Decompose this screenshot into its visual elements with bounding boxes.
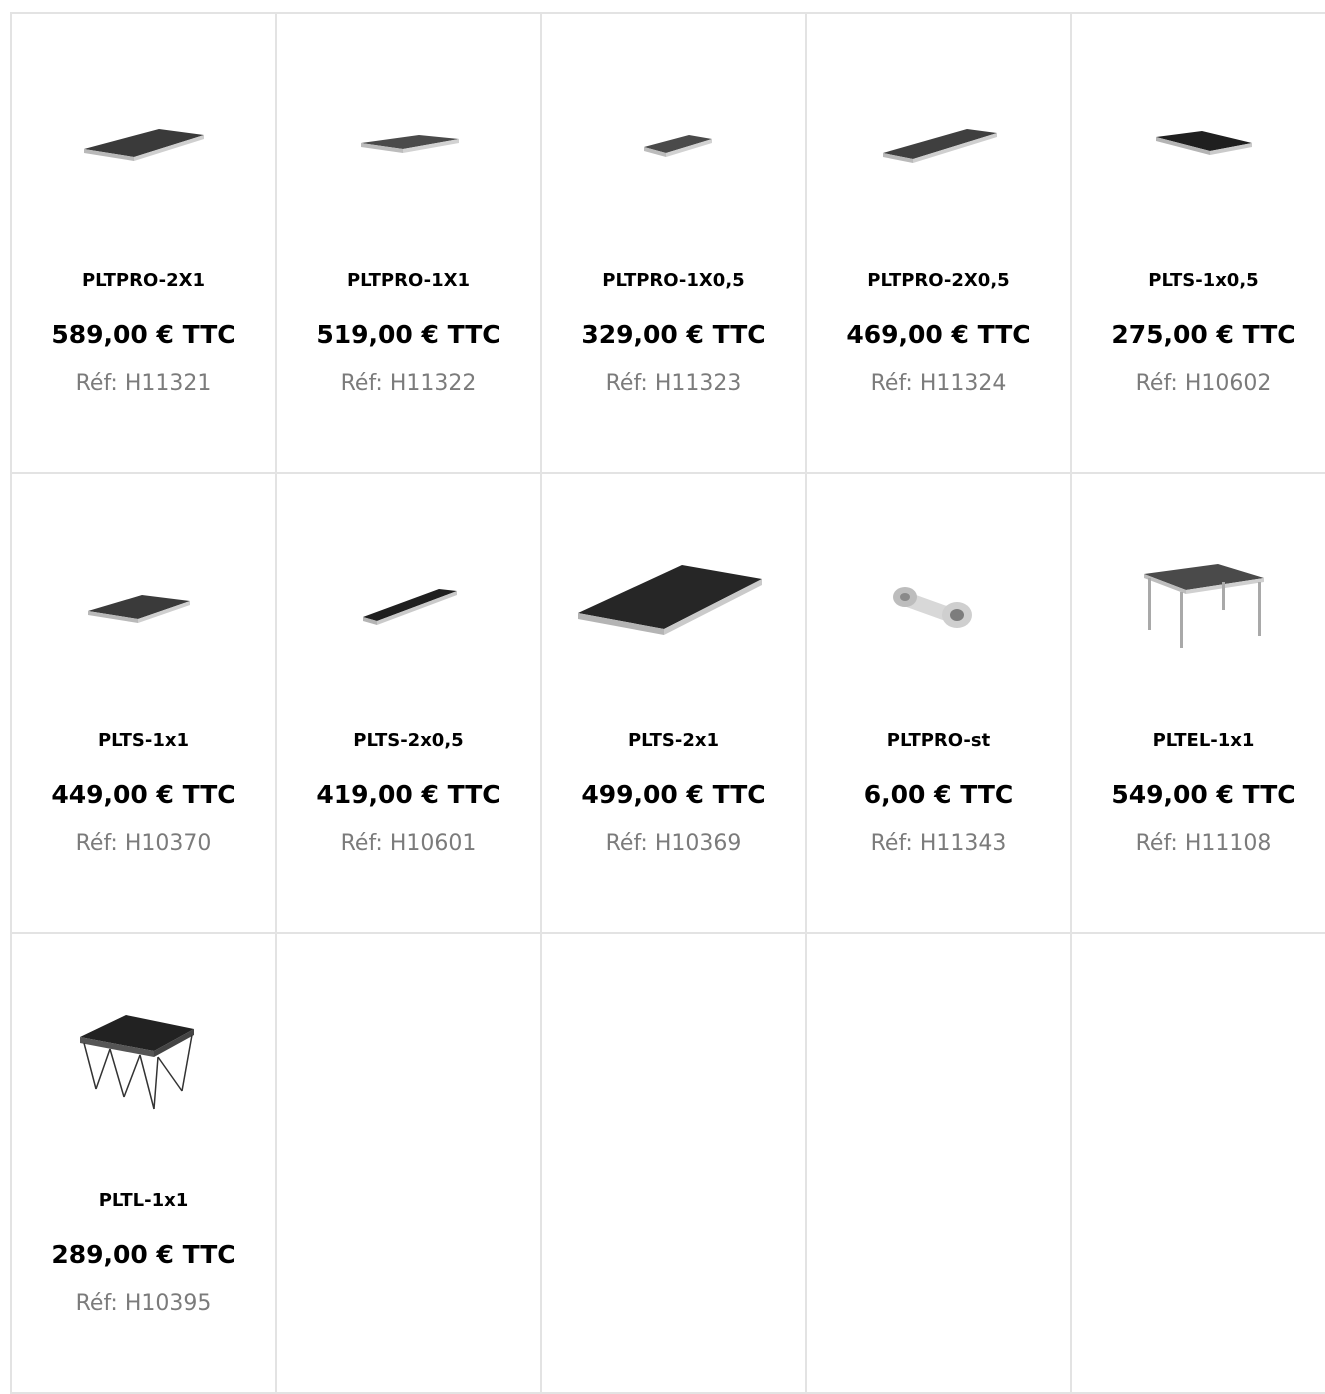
product-card[interactable]: PLTPRO-2X1 589,00 € TTC Réf: H11321 (12, 14, 277, 474)
product-card[interactable]: PLTS-1x1 449,00 € TTC Réf: H10370 (12, 474, 277, 934)
product-card[interactable]: PLTPRO-2X0,5 469,00 € TTC Réf: H11324 (807, 14, 1072, 474)
product-ref: Réf: H10395 (75, 1291, 212, 1316)
empty-cell (807, 934, 1072, 1394)
stage-platform-icon[interactable] (12, 76, 275, 216)
product-ref: Réf: H11324 (870, 371, 1007, 396)
product-price: 329,00 € TTC (581, 320, 766, 349)
product-ref: Réf: H10601 (340, 831, 477, 856)
product-card[interactable]: PLTS-2x1 499,00 € TTC Réf: H10369 (542, 474, 807, 934)
product-card[interactable]: PLTS-2x0,5 419,00 € TTC Réf: H10601 (277, 474, 542, 934)
stage-platform-icon[interactable] (277, 536, 540, 676)
empty-cell (542, 934, 807, 1394)
product-name[interactable]: PLTL-1x1 (12, 1190, 275, 1211)
product-card[interactable]: PLTPRO-1X1 519,00 € TTC Réf: H11322 (277, 14, 542, 474)
product-name[interactable]: PLTS-2x1 (542, 730, 805, 751)
connector-clamp-icon[interactable] (807, 536, 1070, 676)
stage-platform-icon[interactable] (807, 76, 1070, 216)
product-name[interactable]: PLTPRO-1X1 (277, 270, 540, 291)
product-ref: Réf: H11322 (340, 371, 477, 396)
product-price: 289,00 € TTC (51, 1240, 236, 1269)
product-name[interactable]: PLTS-2x0,5 (277, 730, 540, 751)
product-name[interactable]: PLTPRO-2X0,5 (807, 270, 1070, 291)
empty-cell (1072, 934, 1325, 1394)
product-ref: Réf: H11321 (75, 371, 212, 396)
stage-platform-icon[interactable] (277, 76, 540, 216)
product-name[interactable]: PLTPRO-st (807, 730, 1070, 751)
product-price: 6,00 € TTC (863, 780, 1014, 809)
product-price: 549,00 € TTC (1111, 780, 1296, 809)
stage-platform-icon[interactable] (12, 536, 275, 676)
legged-platform-icon[interactable] (1072, 536, 1325, 676)
product-ref: Réf: H11108 (1135, 831, 1272, 856)
product-price: 275,00 € TTC (1111, 320, 1296, 349)
product-name[interactable]: PLTS-1x0,5 (1072, 270, 1325, 291)
product-name[interactable]: PLTEL-1x1 (1072, 730, 1325, 751)
product-ref: Réf: H10602 (1135, 371, 1272, 396)
product-price: 589,00 € TTC (51, 320, 236, 349)
product-price: 449,00 € TTC (51, 780, 236, 809)
empty-cell (277, 934, 542, 1394)
product-grid: PLTPRO-2X1 589,00 € TTC Réf: H11321 PLTP… (10, 12, 1325, 1394)
product-price: 519,00 € TTC (316, 320, 501, 349)
product-name[interactable]: PLTS-1x1 (12, 730, 275, 751)
product-ref: Réf: H11343 (870, 831, 1007, 856)
product-ref: Réf: H10369 (605, 831, 742, 856)
stage-platform-icon[interactable] (1072, 76, 1325, 216)
product-ref: Réf: H10370 (75, 831, 212, 856)
product-card[interactable]: PLTEL-1x1 549,00 € TTC Réf: H11108 (1072, 474, 1325, 934)
product-name[interactable]: PLTPRO-1X0,5 (542, 270, 805, 291)
product-ref: Réf: H11323 (605, 371, 742, 396)
product-price: 469,00 € TTC (846, 320, 1031, 349)
product-card[interactable]: PLTL-1x1 289,00 € TTC Réf: H10395 (12, 934, 277, 1394)
product-name[interactable]: PLTPRO-2X1 (12, 270, 275, 291)
stage-platform-icon[interactable] (542, 536, 805, 676)
folding-riser-icon[interactable] (12, 996, 275, 1136)
product-price: 499,00 € TTC (581, 780, 766, 809)
product-card[interactable]: PLTPRO-1X0,5 329,00 € TTC Réf: H11323 (542, 14, 807, 474)
product-card[interactable]: PLTPRO-st 6,00 € TTC Réf: H11343 (807, 474, 1072, 934)
stage-platform-icon[interactable] (542, 76, 805, 216)
product-price: 419,00 € TTC (316, 780, 501, 809)
product-card[interactable]: PLTS-1x0,5 275,00 € TTC Réf: H10602 (1072, 14, 1325, 474)
